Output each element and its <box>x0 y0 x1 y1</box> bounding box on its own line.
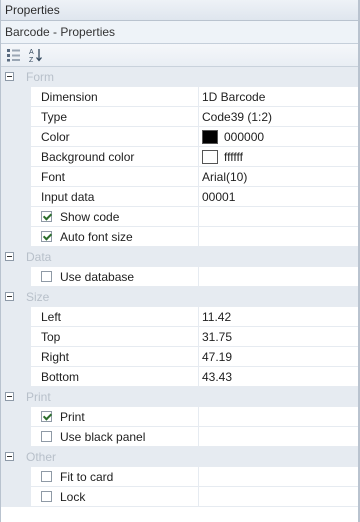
categorized-icon[interactable] <box>5 46 23 64</box>
collapse-icon[interactable] <box>5 452 14 461</box>
property-grid: Form Dimension 1D Barcode Type Code39 (1… <box>1 67 360 507</box>
property-value <box>199 227 360 246</box>
property-name: Bottom <box>31 367 199 386</box>
property-value <box>199 467 360 486</box>
category-label: Print <box>26 389 51 404</box>
property-row-font[interactable]: Font Arial(10) <box>1 167 360 187</box>
property-name: Show code <box>60 209 120 224</box>
property-value[interactable]: 31.75 <box>199 327 360 346</box>
svg-text:Z: Z <box>29 57 34 63</box>
property-row-lock[interactable]: Lock <box>1 487 360 507</box>
color-hex: ffffff <box>224 149 243 164</box>
fit-to-card-checkbox[interactable] <box>41 471 52 482</box>
property-name: Auto font size <box>60 229 133 244</box>
property-value <box>199 407 360 426</box>
window-title: Properties <box>1 0 360 21</box>
property-row-use-black-panel[interactable]: Use black panel <box>1 427 360 447</box>
property-row-print[interactable]: Print <box>1 407 360 427</box>
property-value <box>199 427 360 446</box>
property-row-top[interactable]: Top 31.75 <box>1 327 360 347</box>
use-database-checkbox[interactable] <box>41 271 52 282</box>
auto-font-size-checkbox[interactable] <box>41 231 52 242</box>
property-value[interactable]: Arial(10) <box>199 167 360 186</box>
property-name: Left <box>31 307 199 326</box>
property-name: Fit to card <box>60 469 114 484</box>
category-label: Data <box>26 249 52 264</box>
show-code-checkbox[interactable] <box>41 211 52 222</box>
color-hex: 000000 <box>224 129 265 144</box>
lock-checkbox[interactable] <box>41 491 52 502</box>
property-value[interactable]: 000000 <box>199 127 360 146</box>
category-label: Size <box>26 289 50 304</box>
svg-text:A: A <box>29 49 34 56</box>
property-row-show-code[interactable]: Show code <box>1 207 360 227</box>
toolbar: A Z <box>1 44 360 67</box>
category-print[interactable]: Print <box>1 387 360 407</box>
category-label: Other <box>26 449 57 464</box>
property-name: Print <box>60 409 85 424</box>
property-name: Dimension <box>31 87 199 106</box>
collapse-icon[interactable] <box>5 252 14 261</box>
property-row-fit-to-card[interactable]: Fit to card <box>1 467 360 487</box>
collapse-icon[interactable] <box>5 392 14 401</box>
property-value <box>199 267 360 286</box>
property-value[interactable]: 47.19 <box>199 347 360 366</box>
property-name: Input data <box>31 187 199 206</box>
property-row-auto-font-size[interactable]: Auto font size <box>1 227 360 247</box>
property-name: Background color <box>31 147 199 166</box>
property-row-bottom[interactable]: Bottom 43.43 <box>1 367 360 387</box>
use-black-panel-checkbox[interactable] <box>41 431 52 442</box>
property-row-type[interactable]: Type Code39 (1:2) <box>1 107 360 127</box>
property-name: Use black panel <box>60 429 146 444</box>
color-swatch <box>202 149 218 164</box>
property-name: Lock <box>60 489 86 504</box>
property-value[interactable]: 1D Barcode <box>199 87 360 106</box>
property-value[interactable]: 43.43 <box>199 367 360 386</box>
property-row-color[interactable]: Color 000000 <box>1 127 360 147</box>
property-name: Right <box>31 347 199 366</box>
category-form[interactable]: Form <box>1 67 360 87</box>
property-row-left[interactable]: Left 11.42 <box>1 307 360 327</box>
property-name: Color <box>31 127 199 146</box>
property-value[interactable]: 00001 <box>199 187 360 206</box>
property-name: Use database <box>60 269 135 284</box>
property-name: Type <box>31 107 199 126</box>
color-swatch <box>202 129 218 144</box>
sort-az-icon[interactable]: A Z <box>27 46 45 64</box>
property-row-input-data[interactable]: Input data 00001 <box>1 187 360 207</box>
property-value[interactable]: Code39 (1:2) <box>199 107 360 126</box>
print-checkbox[interactable] <box>41 411 52 422</box>
property-row-dimension[interactable]: Dimension 1D Barcode <box>1 87 360 107</box>
category-data[interactable]: Data <box>1 247 360 267</box>
property-value <box>199 487 360 506</box>
category-label: Form <box>26 69 54 84</box>
property-name: Top <box>31 327 199 346</box>
property-value <box>199 207 360 226</box>
collapse-icon[interactable] <box>5 72 14 81</box>
category-other[interactable]: Other <box>1 447 360 467</box>
properties-panel: Properties Barcode - Properties A Z Form… <box>0 0 360 522</box>
property-name: Font <box>31 167 199 186</box>
collapse-icon[interactable] <box>5 292 14 301</box>
category-size[interactable]: Size <box>1 287 360 307</box>
property-value[interactable]: ffffff <box>199 147 360 166</box>
property-row-use-database[interactable]: Use database <box>1 267 360 287</box>
property-row-right[interactable]: Right 47.19 <box>1 347 360 367</box>
object-selector[interactable]: Barcode - Properties <box>1 21 360 44</box>
property-row-background-color[interactable]: Background color ffffff <box>1 147 360 167</box>
property-value[interactable]: 11.42 <box>199 307 360 326</box>
